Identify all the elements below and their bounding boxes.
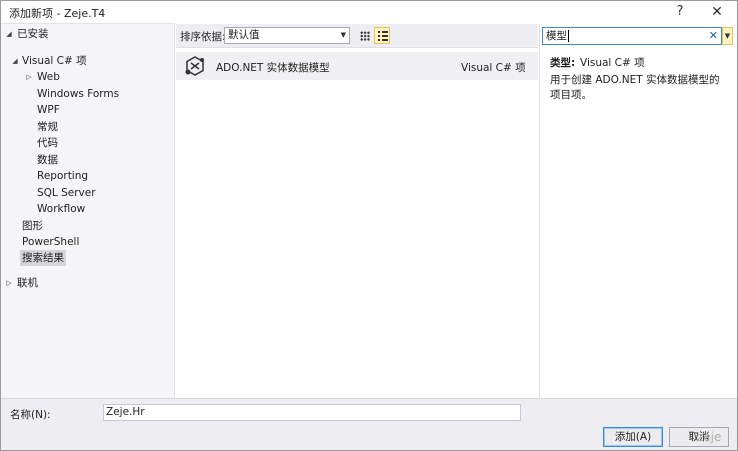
add-button[interactable]: 添加(A) [603,427,663,447]
tree-item-workflow[interactable]: Workflow [37,201,85,217]
detail-type-value: Visual C# 项 [580,57,645,69]
sort-label: 排序依据: [180,31,226,43]
search-value: 模型 [546,30,567,42]
expanded-arrow-icon[interactable]: ◢ [11,53,19,69]
item-type: Visual C# 项 [461,62,526,74]
help-button[interactable]: ? [665,1,695,23]
name-label: 名称(N): [10,409,51,421]
tree-item-reporting[interactable]: Reporting [37,168,88,184]
tree-item-graphics[interactable]: 图形 [22,218,43,234]
list-view-button[interactable] [374,27,390,44]
chevron-down-icon: ▼ [724,32,731,40]
item-name: ADO.NET 实体数据模型 [216,62,330,74]
sort-value: 默认值 [228,29,260,41]
list-item[interactable]: ADO.NET 实体数据模型 Visual C# 项 [176,52,538,80]
detail-type-label: 类型: [550,57,576,69]
tree-item-windows-forms[interactable]: Windows Forms [37,86,119,102]
entity-model-icon [185,56,204,76]
tree-item-installed[interactable]: 已安装 [17,26,49,42]
footer: 名称(N): Zeje.Hr 添加(A) 取消 zeje [1,398,737,450]
tree-item-general[interactable]: 常规 [37,119,58,135]
watermark: zeje [697,430,722,444]
list-view-icon [378,31,388,41]
tree-item-sql-server[interactable]: SQL Server [37,185,96,201]
collapsed-arrow-icon[interactable]: ▷ [25,69,33,85]
collapsed-arrow-icon[interactable]: ▷ [5,275,13,291]
details-panel: 模型 ✕ ▼ 类型: Visual C# 项 用于创建 ADO.NET 实体数据… [539,24,737,398]
tree-item-data[interactable]: 数据 [37,152,58,168]
expanded-arrow-icon[interactable]: ◢ [5,26,13,42]
grid-view-button[interactable] [356,27,372,44]
tree-item-web[interactable]: Web [37,69,60,85]
tree-item-wpf[interactable]: WPF [37,102,60,118]
search-input[interactable]: 模型 ✕ [542,27,722,45]
tree-item-online[interactable]: 联机 [17,275,38,291]
tree-item-code[interactable]: 代码 [37,135,58,151]
title-bar: 添加新项 - Zeje.T4 ? ✕ [1,1,737,23]
add-new-item-dialog: 添加新项 - Zeje.T4 ? ✕ ◢ 已安装 ◢ Visual C# 项 ▷… [0,0,738,451]
detail-description: 用于创建 ADO.NET 实体数据模型的项目项。 [550,74,720,101]
tree-item-search-results[interactable]: 搜索结果 [20,250,66,266]
tree-item-powershell[interactable]: PowerShell [22,234,79,250]
template-list: ADO.NET 实体数据模型 Visual C# 项 [176,49,538,398]
clear-search-icon[interactable]: ✕ [709,28,718,44]
tree-item-visual-csharp[interactable]: Visual C# 项 [22,53,87,69]
window-title: 添加新项 - Zeje.T4 [9,7,106,20]
search-options-button[interactable]: ▼ [722,27,733,45]
category-tree: ◢ 已安装 ◢ Visual C# 项 ▷ Web Windows Forms … [1,23,175,398]
name-field[interactable]: Zeje.Hr [103,404,521,421]
sort-dropdown[interactable]: 默认值 ▼ [224,27,350,44]
sort-toolbar: 排序依据: 默认值 ▼ [176,24,538,48]
close-button[interactable]: ✕ [702,1,732,23]
chevron-down-icon: ▼ [340,31,346,39]
grid-view-icon [360,31,370,41]
